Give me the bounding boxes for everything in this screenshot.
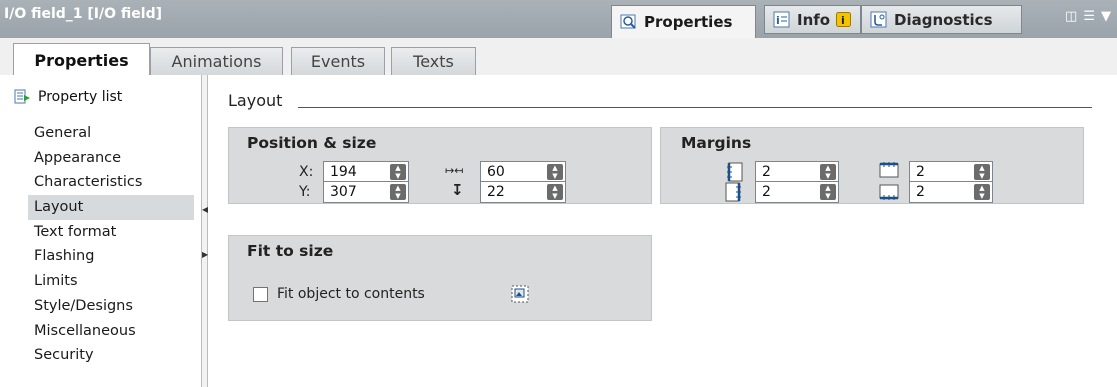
svg-text:i: i xyxy=(776,14,780,27)
collapse-left-icon[interactable]: ◀ xyxy=(202,205,208,215)
fit-to-contents-icon[interactable] xyxy=(511,285,529,303)
tab-diagnostics[interactable]: Diagnostics xyxy=(861,5,1022,34)
spinner-icon[interactable]: ▲ ▼ xyxy=(974,184,990,200)
width-icon: ↦↤ xyxy=(445,164,464,177)
chevron-down-icon[interactable]: ▼ xyxy=(1101,9,1111,24)
margin-left-input[interactable]: 2 ▲ ▼ xyxy=(755,161,839,183)
position-size-title: Position & size xyxy=(247,134,377,152)
restore-icon[interactable]: ◫ xyxy=(1065,9,1077,24)
section-title: Layout xyxy=(228,91,283,110)
margin-top-value: 2 xyxy=(916,164,925,180)
property-navigation: Property list General Appearance Charact… xyxy=(0,75,201,387)
property-list-label: Property list xyxy=(38,89,123,105)
spinner-icon[interactable]: ▲ ▼ xyxy=(390,164,406,180)
spinner-icon[interactable]: ▲ ▼ xyxy=(974,164,990,180)
sidebar-item-label: Flashing xyxy=(34,248,95,265)
tab-properties-panel-label: Properties xyxy=(644,13,733,31)
y-value: 307 xyxy=(330,184,357,200)
tab-texts[interactable]: Texts xyxy=(391,47,476,75)
spinner-icon[interactable]: ▲ ▼ xyxy=(820,164,836,180)
panel-splitter[interactable]: ◀ ▶ xyxy=(201,75,208,387)
spinner-icon[interactable]: ▲ ▼ xyxy=(820,184,836,200)
x-label: X: xyxy=(299,164,314,180)
sidebar-item-flashing[interactable]: Flashing xyxy=(34,244,194,269)
sidebar-item-label: Miscellaneous xyxy=(34,322,136,339)
section-divider xyxy=(298,107,1092,108)
property-group-list: General Appearance Characteristics Layou… xyxy=(28,121,194,368)
position-size-group: Position & size X: 194 ▲ ▼ ↦↤ 60 ▲ ▼ Y: 30… xyxy=(228,127,652,204)
sidebar-item-label: Layout xyxy=(34,199,84,216)
title-bar: I/O field_1 [I/O field] Properties i Inf… xyxy=(0,0,1117,38)
sidebar-item-label: Limits xyxy=(34,273,78,290)
tab-properties-label: Properties xyxy=(34,50,129,70)
inspector-tab-row: Properties Animations Events Texts xyxy=(0,38,1117,76)
margin-right-value: 2 xyxy=(762,184,771,200)
layout-content: Layout Position & size X: 194 ▲ ▼ ↦↤ 60 ▲… xyxy=(208,75,1117,387)
fit-object-checkbox[interactable] xyxy=(253,287,268,302)
margins-title: Margins xyxy=(681,134,752,152)
margin-top-icon xyxy=(879,162,899,178)
sidebar-item-layout[interactable]: Layout xyxy=(28,195,194,220)
margin-right-icon xyxy=(725,182,741,202)
y-input[interactable]: 307 ▲ ▼ xyxy=(323,181,409,203)
margin-right-input[interactable]: 2 ▲ ▼ xyxy=(755,181,839,203)
sidebar-item-security[interactable]: Security xyxy=(34,343,194,368)
tab-animations-label: Animations xyxy=(171,52,262,71)
margin-bottom-value: 2 xyxy=(916,184,925,200)
tab-properties-panel[interactable]: Properties xyxy=(611,5,756,38)
sidebar-item-label: Security xyxy=(34,347,94,364)
tab-diagnostics-label: Diagnostics xyxy=(894,10,993,29)
margins-group: Margins 2 ▲ ▼ 2 ▲ ▼ 2 ▲ ▼ 2 ▲ ▼ xyxy=(660,127,1084,204)
width-value: 60 xyxy=(487,164,505,180)
fit-to-size-group: Fit to size Fit object to contents xyxy=(228,235,652,321)
height-value: 22 xyxy=(487,184,505,200)
height-input[interactable]: 22 ▲ ▼ xyxy=(480,181,566,203)
tab-animations[interactable]: Animations xyxy=(150,47,283,75)
tab-properties[interactable]: Properties xyxy=(13,43,150,76)
svg-text:i: i xyxy=(841,14,845,27)
property-list-icon xyxy=(14,89,30,104)
sidebar-item-label: Style/Designs xyxy=(34,297,133,314)
width-input[interactable]: 60 ▲ ▼ xyxy=(480,161,566,183)
window-controls: ◫ ☰ ▼ xyxy=(1065,9,1111,24)
margin-bottom-input[interactable]: 2 ▲ ▼ xyxy=(909,181,993,203)
tab-info-label: Info xyxy=(797,10,831,29)
sidebar-item-label: Appearance xyxy=(34,149,122,166)
fit-object-label: Fit object to contents xyxy=(277,286,425,302)
sidebar-item-label: Text format xyxy=(34,223,117,240)
margin-bottom-icon xyxy=(879,184,899,200)
sidebar-item-label: General xyxy=(34,125,92,141)
tab-info[interactable]: i Info i xyxy=(764,5,861,34)
sidebar-item-limits[interactable]: Limits xyxy=(34,269,194,294)
margin-top-input[interactable]: 2 ▲ ▼ xyxy=(909,161,993,183)
spinner-icon[interactable]: ▲ ▼ xyxy=(547,184,563,200)
x-input[interactable]: 194 ▲ ▼ xyxy=(323,161,409,183)
margin-left-icon xyxy=(727,162,743,182)
info-list-icon: i xyxy=(773,11,790,27)
sidebar-item-style-designs[interactable]: Style/Designs xyxy=(34,294,194,319)
sidebar-item-characteristics[interactable]: Characteristics xyxy=(34,170,194,195)
expand-right-icon[interactable]: ▶ xyxy=(202,250,208,260)
sidebar-item-miscellaneous[interactable]: Miscellaneous xyxy=(34,319,194,344)
magnifier-icon xyxy=(620,14,636,29)
spinner-icon[interactable]: ▲ ▼ xyxy=(390,184,406,200)
tab-events[interactable]: Events xyxy=(291,47,385,75)
sidebar-item-text-format[interactable]: Text format xyxy=(34,220,194,245)
x-value: 194 xyxy=(330,164,357,180)
sidebar-item-appearance[interactable]: Appearance xyxy=(34,146,194,171)
y-label: Y: xyxy=(299,184,311,200)
menu-icon[interactable]: ☰ xyxy=(1083,9,1095,24)
diagnostics-icon xyxy=(870,11,887,27)
fit-to-size-title: Fit to size xyxy=(247,242,334,260)
info-badge-icon: i xyxy=(836,12,852,27)
tab-texts-label: Texts xyxy=(413,52,454,71)
property-list-link[interactable]: Property list xyxy=(14,89,122,105)
spinner-icon[interactable]: ▲ ▼ xyxy=(547,164,563,180)
sidebar-item-label: Characteristics xyxy=(34,174,143,191)
margin-left-value: 2 xyxy=(762,164,771,180)
window-title: I/O field_1 [I/O field] xyxy=(4,6,162,22)
height-icon: ↧ xyxy=(451,181,464,199)
tab-events-label: Events xyxy=(310,52,366,71)
sidebar-item-general[interactable]: General xyxy=(34,121,194,146)
